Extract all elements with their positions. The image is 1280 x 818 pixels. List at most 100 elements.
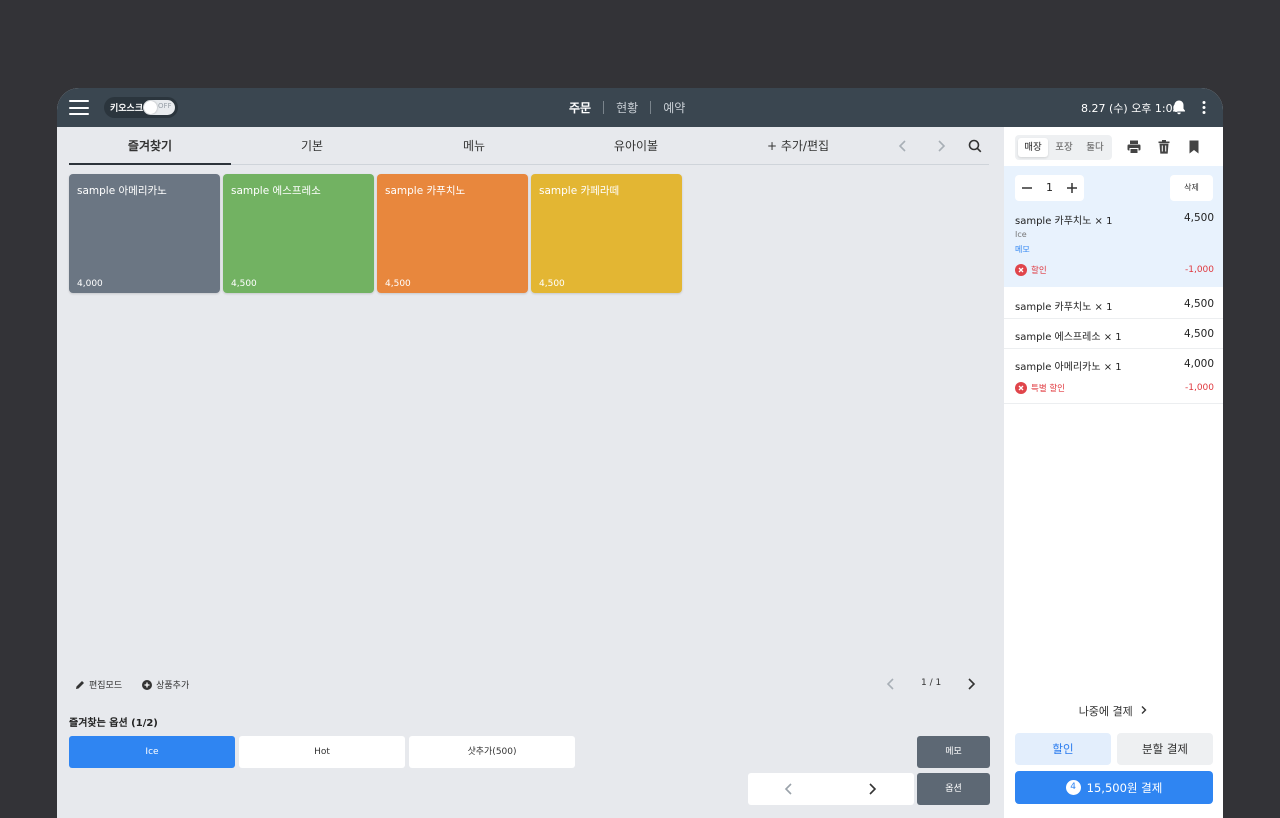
order-item[interactable]: sample 카푸치노 × 1 4,500 <box>1004 287 1223 317</box>
split-payment-button[interactable]: 분할 결제 <box>1117 733 1213 765</box>
order-item-discount: 특별 할인 <box>1015 382 1065 394</box>
category-next-icon[interactable] <box>929 127 953 165</box>
product-tile[interactable]: sample 카푸치노 4,500 <box>377 174 528 293</box>
discount-label: 특별 할인 <box>1031 384 1065 394</box>
remove-discount-icon[interactable] <box>1015 382 1027 394</box>
print-icon[interactable] <box>1126 139 1142 155</box>
product-tile[interactable]: sample 에스프레소 4,500 <box>223 174 374 293</box>
quantity-stepper: 1 <box>1015 175 1084 201</box>
trash-icon[interactable] <box>1156 139 1172 155</box>
menu-icon[interactable] <box>69 100 89 115</box>
order-item-price: 4,000 <box>1183 358 1214 370</box>
product-price: 4,000 <box>77 279 103 289</box>
tab-favorites[interactable]: 즐겨찾기 <box>69 127 231 165</box>
more-icon[interactable] <box>1197 99 1211 116</box>
bell-icon[interactable] <box>1171 99 1187 116</box>
kiosk-state: OFF <box>158 102 172 110</box>
datetime: 8.27 (수) 오후 1:00 <box>1081 102 1180 115</box>
discount-amount: -1,000 <box>1184 383 1214 393</box>
order-item-price: 4,500 <box>1183 328 1214 340</box>
page-next-icon[interactable] <box>963 674 979 694</box>
product-price: 4,500 <box>385 279 411 289</box>
page-indicator: 1 / 1 <box>921 678 942 688</box>
order-item-name: sample 아메리카노 × 1 <box>1015 362 1122 373</box>
product-tile[interactable]: sample 카페라떼 4,500 <box>531 174 682 293</box>
nav-reservation[interactable]: 예약 <box>651 99 697 116</box>
pay-later-button[interactable]: 나중에 결제 <box>1004 703 1223 719</box>
grid-pager: 1 / 1 <box>877 674 987 694</box>
option-extra-shot[interactable]: 샷추가(500) <box>409 736 575 768</box>
minus-icon[interactable] <box>1015 175 1039 201</box>
option-next-icon[interactable] <box>864 781 880 797</box>
edit-mode-button[interactable]: 편집모드 <box>75 678 122 691</box>
order-item-memo[interactable]: 메모 <box>1015 244 1030 255</box>
item-divider <box>1004 403 1223 404</box>
nav-status[interactable]: 현황 <box>604 99 650 116</box>
order-item-discount: 할인 <box>1015 264 1047 276</box>
memo-button[interactable]: 메모 <box>917 736 990 768</box>
remove-discount-icon[interactable] <box>1015 264 1027 276</box>
category-prev-icon[interactable] <box>891 127 915 165</box>
order-item-name: sample 카푸치노 × 1 <box>1015 302 1113 313</box>
product-tile[interactable]: sample 아메리카노 4,000 <box>69 174 220 293</box>
option-hot[interactable]: Hot <box>239 736 405 768</box>
product-price: 4,500 <box>231 279 257 289</box>
product-name: sample 카푸치노 <box>385 185 466 197</box>
discount-amount: -1,000 <box>1184 265 1214 275</box>
add-product-label: 상품추가 <box>156 681 190 691</box>
kiosk-label: 키오스크 <box>110 104 144 114</box>
pay-button-label: 15,500원 결제 <box>1086 780 1163 795</box>
edit-mode-label: 편집모드 <box>89 681 123 691</box>
add-circle-icon <box>142 679 153 690</box>
mode-both[interactable]: 둘다 <box>1080 138 1110 157</box>
discount-button[interactable]: 할인 <box>1015 733 1111 765</box>
pencil-icon <box>76 680 84 689</box>
bookmark-icon[interactable] <box>1186 139 1202 155</box>
delete-item-button[interactable]: 삭제 <box>1170 175 1213 201</box>
pay-later-label: 나중에 결제 <box>1078 705 1133 718</box>
nav-order[interactable]: 주문 <box>557 99 603 116</box>
product-name: sample 아메리카노 <box>77 185 167 197</box>
grid-toolbar: 편집모드 상품추가 <box>75 678 189 691</box>
order-item-price: 4,500 <box>1183 298 1214 310</box>
kiosk-switch[interactable]: OFF <box>143 100 175 115</box>
option-button[interactable]: 옵션 <box>917 773 990 805</box>
category-bar: 즐겨찾기 기본 메뉴 유아이볼 + 추가/편집 <box>69 127 989 165</box>
product-name: sample 에스프레소 <box>231 185 321 197</box>
discount-label: 할인 <box>1031 266 1047 276</box>
tab-add-edit[interactable]: + 추가/편집 <box>717 127 879 165</box>
mode-dine-in[interactable]: 매장 <box>1018 138 1048 157</box>
add-product-button[interactable]: 상품추가 <box>142 678 189 691</box>
option-page-control <box>748 773 914 805</box>
tab-uiball[interactable]: 유아이볼 <box>555 127 717 165</box>
order-item[interactable]: sample 에스프레소 × 1 4,500 <box>1004 318 1223 348</box>
favorite-options-title: 즐겨찾는 옵션 (1/2) <box>69 718 158 729</box>
selected-order-item[interactable]: 1 삭제 sample 카푸치노 × 1 4,500 Ice 메모 할인 -1,… <box>1004 166 1223 287</box>
page-prev-icon[interactable] <box>883 674 899 694</box>
top-bar: 키오스크 OFF 주문 현황 예약 8.27 (수) 오후 1:00 <box>57 88 1223 127</box>
order-item-name: sample 에스프레소 × 1 <box>1015 332 1122 343</box>
chevron-right-icon <box>1141 706 1147 714</box>
order-mode-segment: 매장 포장 둘다 <box>1015 135 1112 160</box>
pos-window: 키오스크 OFF 주문 현황 예약 8.27 (수) 오후 1:00 즐겨찾기 … <box>57 88 1223 818</box>
kiosk-toggle[interactable]: 키오스크 OFF <box>104 97 178 118</box>
order-item-price: 4,500 <box>1183 212 1214 224</box>
option-ice[interactable]: Ice <box>69 736 235 768</box>
quantity-value: 1 <box>1046 181 1053 194</box>
search-icon[interactable] <box>963 127 987 165</box>
product-price: 4,500 <box>539 279 565 289</box>
order-panel: 매장 포장 둘다 1 삭제 sample 카푸치노 × 1 4,500 Ice … <box>1004 127 1223 818</box>
plus-icon[interactable] <box>1060 175 1084 201</box>
item-count-badge: 4 <box>1065 780 1081 795</box>
tab-basic[interactable]: 기본 <box>231 127 393 165</box>
mode-takeout[interactable]: 포장 <box>1049 138 1079 157</box>
pay-button[interactable]: 4 15,500원 결제 <box>1015 771 1213 804</box>
kiosk-switch-knob <box>144 101 157 114</box>
order-item-option: Ice <box>1015 230 1027 239</box>
option-prev-icon[interactable] <box>781 781 797 797</box>
product-name: sample 카페라떼 <box>539 185 620 197</box>
top-nav: 주문 현황 예약 <box>557 88 697 127</box>
order-item[interactable]: sample 아메리카노 × 1 4,000 특별 할인 -1,000 <box>1004 348 1223 403</box>
order-item-name: sample 카푸치노 × 1 <box>1015 216 1113 227</box>
tab-menu[interactable]: 메뉴 <box>393 127 555 165</box>
